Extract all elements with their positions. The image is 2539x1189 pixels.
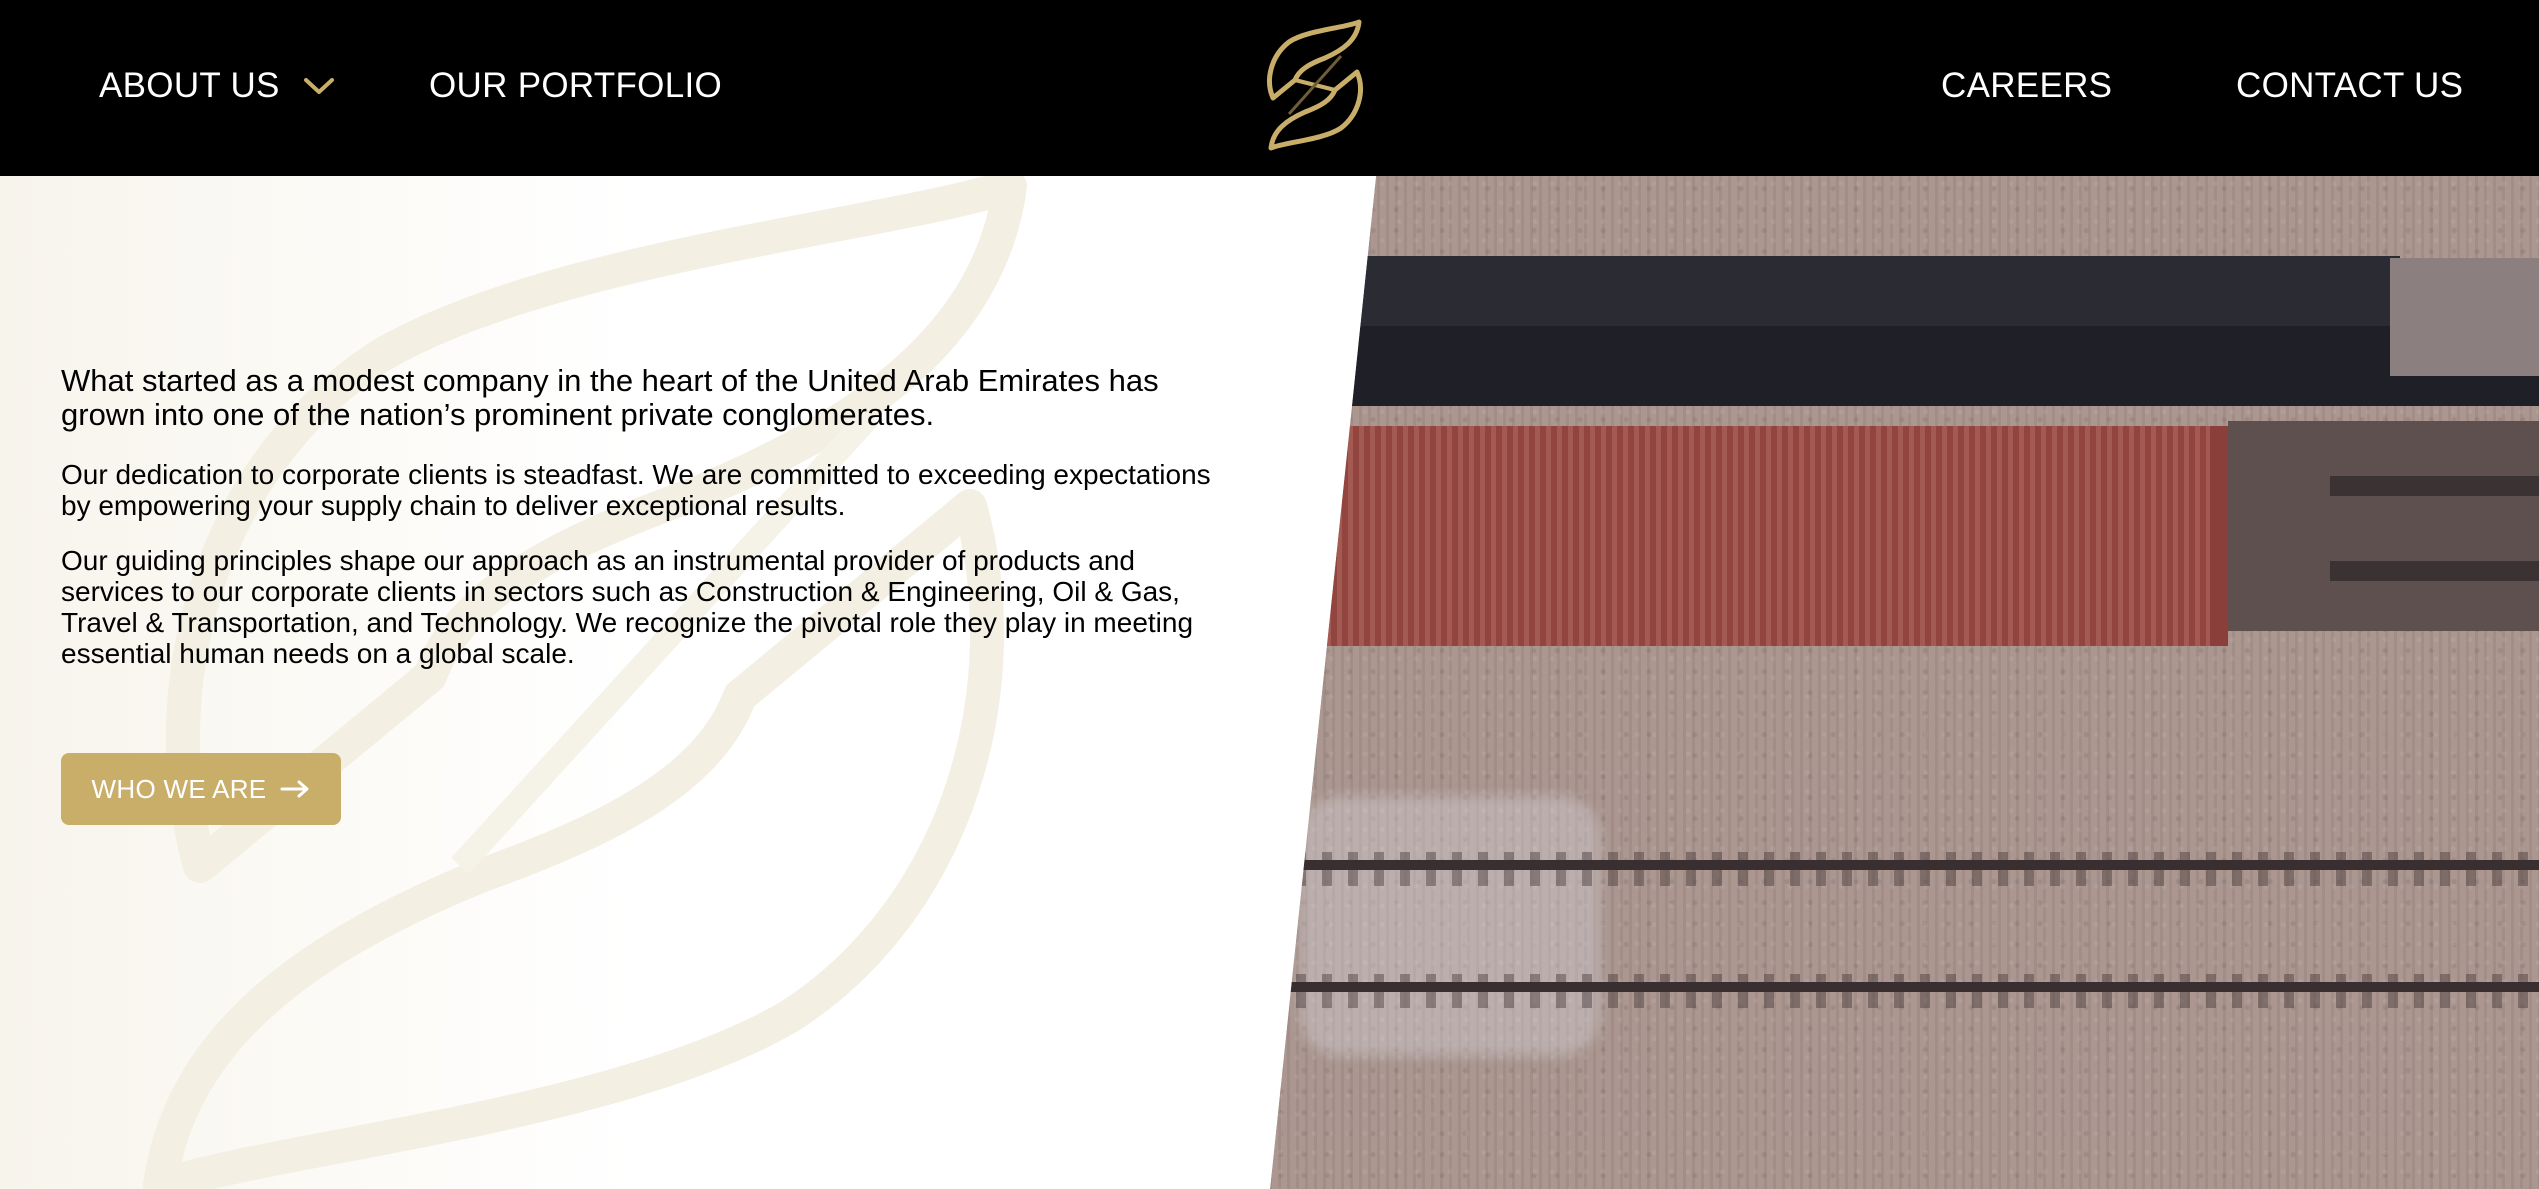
- photo-pale-patch: [1300, 796, 1600, 1056]
- intro-text: What started as a modest company in the …: [61, 364, 1241, 693]
- intro-lead: What started as a modest company in the …: [61, 363, 1159, 432]
- photo-flatcar: [2228, 421, 2539, 631]
- who-we-are-label: WHO WE ARE: [91, 773, 267, 804]
- intro-paragraph-commitment: Our dedication to corporate clients is s…: [61, 459, 1211, 521]
- chevron-down-icon[interactable]: [302, 76, 336, 96]
- brand-logo-icon[interactable]: [1259, 18, 1371, 152]
- nav-careers[interactable]: CAREERS: [1941, 60, 2112, 112]
- arrow-right-icon: [280, 780, 309, 798]
- nav-about-us[interactable]: ABOUT US: [99, 60, 336, 112]
- photo-rail: [1270, 860, 2539, 870]
- nav-about-us-label: ABOUT US: [99, 66, 280, 105]
- nav-our-portfolio[interactable]: OUR PORTFOLIO: [429, 60, 722, 112]
- photo-wagon-dark: [1340, 326, 2539, 406]
- photo-flatcar-bar: [2330, 561, 2539, 581]
- photo-flatcar-bar: [2330, 476, 2539, 496]
- site-header: ABOUT US OUR PORTFOLIO CAREERS CONTACT U…: [0, 0, 2539, 176]
- photo-red-shipping-container: [1320, 426, 2228, 646]
- intro-paragraph-principles: Our guiding principles shape our approac…: [61, 545, 1194, 669]
- about-intro-panel: What started as a modest company in the …: [0, 176, 1376, 1189]
- nav-contact-us[interactable]: CONTACT US: [2236, 60, 2463, 112]
- photo-wagon-edge: [2390, 258, 2539, 376]
- photo-rail: [1270, 982, 2539, 992]
- who-we-are-button[interactable]: WHO WE ARE: [61, 753, 341, 825]
